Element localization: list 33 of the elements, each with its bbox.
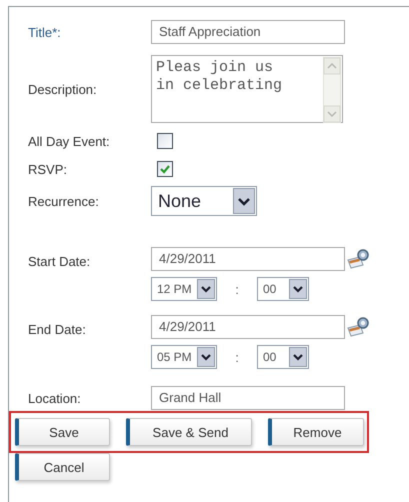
chevron-icon xyxy=(289,347,307,367)
field-label: RSVP: xyxy=(28,162,68,176)
time-separator: : xyxy=(234,282,240,296)
hour-dropdown[interactable]: 12 PM xyxy=(151,277,217,301)
text-field[interactable]: Staff Appreciation xyxy=(151,20,345,44)
date-field[interactable]: 4/29/2011 xyxy=(151,315,345,339)
field-label: End Date: xyxy=(28,322,87,337)
minute-dropdown[interactable]: 00 xyxy=(257,345,309,369)
minute-dropdown[interactable]: 00 xyxy=(257,277,309,301)
scrollbar[interactable] xyxy=(323,57,341,123)
action-button[interactable]: Save & Send xyxy=(126,418,252,446)
chevron-icon xyxy=(289,279,307,299)
calendar-icon[interactable] xyxy=(346,248,370,270)
field-label: Start Date: xyxy=(28,254,92,269)
date-field[interactable]: 4/29/2011 xyxy=(151,247,345,271)
checkbox[interactable] xyxy=(157,161,173,177)
chevron-icon xyxy=(197,347,215,367)
action-button[interactable]: Save xyxy=(15,418,110,446)
field-label: Title*: xyxy=(28,24,62,40)
recurrence-dropdown[interactable]: None xyxy=(151,186,257,216)
action-button[interactable]: Remove xyxy=(268,418,364,446)
chevron-icon xyxy=(233,188,255,214)
hour-dropdown[interactable]: 05 PM xyxy=(151,345,217,369)
calendar-icon[interactable] xyxy=(346,316,370,338)
field-label: All Day Event: xyxy=(28,134,111,148)
action-button[interactable]: Cancel xyxy=(15,453,110,481)
field-label: Location: xyxy=(28,390,82,406)
checkbox[interactable] xyxy=(157,133,173,149)
chevron-icon xyxy=(197,279,215,299)
time-separator: : xyxy=(234,350,240,364)
field-label: Recurrence: xyxy=(28,194,100,208)
field-label: Description: xyxy=(28,82,98,96)
text-field[interactable]: Grand Hall xyxy=(151,386,345,410)
